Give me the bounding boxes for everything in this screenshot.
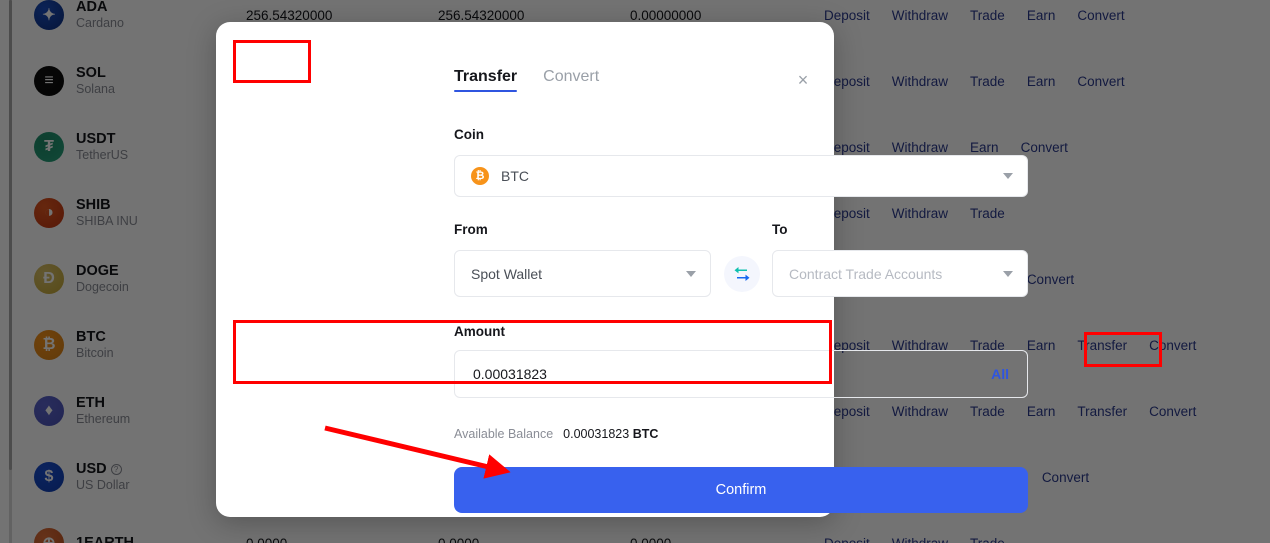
to-select[interactable]: Contract Trade Accounts	[772, 250, 1028, 297]
available-balance: Available Balance 0.00031823 BTC	[454, 427, 658, 441]
tab-transfer[interactable]: Transfer	[454, 68, 518, 92]
available-balance-label: Available Balance	[454, 427, 554, 441]
coin-select[interactable]: ₿ BTC	[454, 155, 1028, 197]
chevron-down-icon	[1003, 173, 1013, 179]
confirm-button[interactable]: Confirm	[454, 467, 1028, 513]
amount-all-button[interactable]: All	[991, 366, 1009, 382]
tab-convert[interactable]: Convert	[543, 68, 599, 92]
wallet-page: ✦ADACardano256.54320000256.543200000.000…	[0, 0, 1270, 543]
coin-selected-value: BTC	[501, 168, 529, 184]
modal-tabs: Transfer Convert	[454, 68, 599, 92]
swap-direction-button[interactable]	[724, 256, 760, 292]
to-placeholder: Contract Trade Accounts	[789, 265, 943, 282]
chevron-down-icon	[686, 270, 696, 277]
available-balance-value: 0.00031823 BTC	[563, 427, 658, 441]
from-selected-value: Spot Wallet	[471, 265, 543, 282]
btc-icon: ₿	[471, 167, 489, 185]
close-icon[interactable]: ×	[792, 70, 814, 92]
to-label: To	[772, 222, 788, 237]
swap-arrows-icon	[734, 267, 750, 281]
available-balance-unit: BTC	[632, 427, 659, 441]
from-label: From	[454, 222, 488, 237]
available-balance-amount: 0.00031823	[563, 427, 630, 441]
amount-value: 0.00031823	[473, 366, 547, 382]
from-select[interactable]: Spot Wallet	[454, 250, 711, 297]
coin-label: Coin	[454, 127, 484, 142]
amount-label: Amount	[454, 324, 505, 339]
amount-input[interactable]: 0.00031823 All	[454, 350, 1028, 398]
chevron-down-icon	[1003, 270, 1013, 277]
transfer-modal: Transfer Convert × Coin ₿ BTC From Spot …	[216, 22, 1028, 517]
